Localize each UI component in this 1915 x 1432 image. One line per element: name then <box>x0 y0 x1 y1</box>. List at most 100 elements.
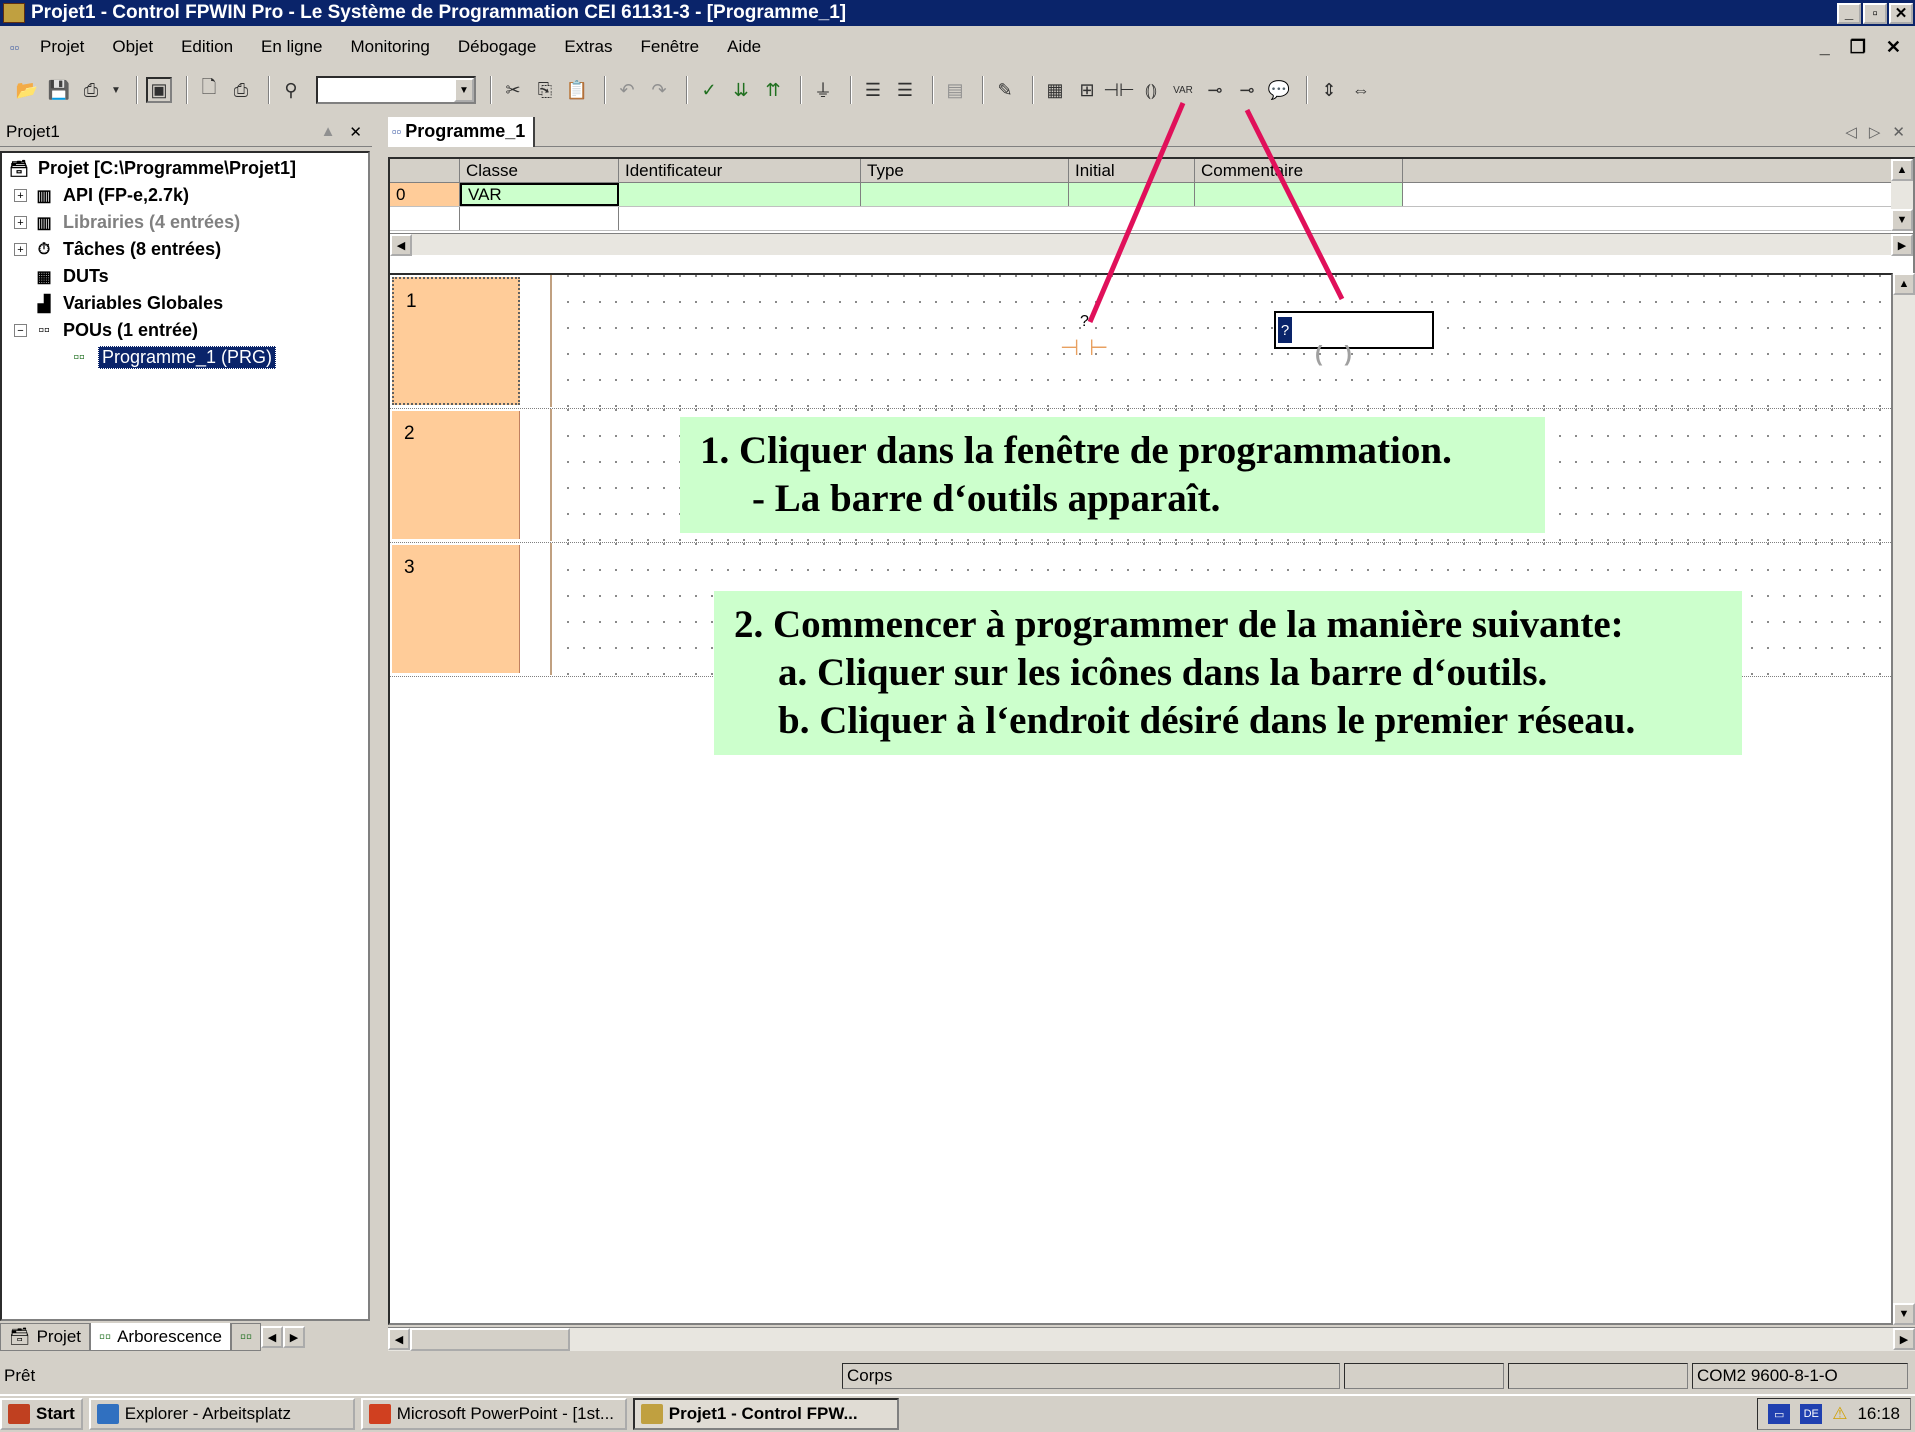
tree-item-librairies[interactable]: + ▥ Librairies (4 entrées) <box>6 209 364 236</box>
table-row[interactable]: 0 VAR <box>390 183 1913 207</box>
contact-icon[interactable]: ⊣⊢ <box>1060 335 1118 361</box>
tree-item-programme-1[interactable]: ▫▫ Programme_1 (PRG) <box>6 344 364 371</box>
copy-icon[interactable]: ⎘ <box>532 77 558 103</box>
contact-icon[interactable]: ⊣⊢ <box>1103 77 1134 103</box>
maximize-button[interactable]: ▫ <box>1863 2 1887 24</box>
cell-commentaire[interactable] <box>1195 183 1403 206</box>
menu-edition[interactable]: Edition <box>179 37 235 57</box>
network-icon[interactable]: ▤ <box>942 77 968 103</box>
compile-icon[interactable]: ✓ <box>696 77 722 103</box>
scroll-down-icon[interactable]: ▼ <box>1891 209 1913 231</box>
tree-item-api[interactable]: + ▥ API (FP-e,2.7k) <box>6 182 364 209</box>
rebuild-icon[interactable]: ⇈ <box>760 77 786 103</box>
column-header-commentaire[interactable]: Commentaire <box>1195 159 1403 182</box>
tab-programme-1[interactable]: ▫▫ Programme_1 <box>388 116 536 147</box>
pane-collapse-icon[interactable]: ▲ <box>321 123 336 141</box>
cell-identificateur[interactable] <box>619 183 861 206</box>
mdi-document-icon[interactable]: ▫▫ <box>10 36 38 58</box>
scroll-left-icon[interactable]: ◀ <box>390 234 412 256</box>
tree-item-projet[interactable]: 🗃 Projet [C:\Programme\Projet1] <box>6 155 364 182</box>
online-icon[interactable]: ⏚ <box>810 77 836 103</box>
menu-debogage[interactable]: Débogage <box>456 37 538 57</box>
taskbar-button-fpwin[interactable]: Projet1 - Control FPW... <box>632 1398 899 1430</box>
table-vertical-scrollbar[interactable]: ▲ ▼ <box>1891 159 1913 231</box>
expand-icon[interactable]: + <box>14 243 27 256</box>
tab-projet[interactable]: 🗃 Projet <box>0 1323 91 1351</box>
coil-icon[interactable]: ( ) <box>1315 341 1360 367</box>
start-button[interactable]: Start <box>0 1398 83 1430</box>
column-header-identificateur[interactable]: Identificateur <box>619 159 861 182</box>
scroll-left-icon[interactable]: ◀ <box>388 1328 410 1350</box>
warning-icon[interactable]: ⚠ <box>1832 1404 1847 1424</box>
menu-monitoring[interactable]: Monitoring <box>348 37 431 57</box>
taskbar-button-explorer[interactable]: Explorer - Arbeitsplatz <box>88 1398 355 1430</box>
scroll-right-icon[interactable]: ▶ <box>1893 1328 1915 1350</box>
window-icon[interactable]: ▣ <box>146 77 172 103</box>
minimize-button[interactable]: _ <box>1837 2 1861 24</box>
print-icon[interactable]: ⎙ <box>228 77 254 103</box>
cell-type[interactable] <box>861 183 1069 206</box>
tree-item-duts[interactable]: ▦ DUTs <box>6 263 364 290</box>
menu-en-ligne[interactable]: En ligne <box>259 37 324 57</box>
tree-item-taches[interactable]: + ⏱ Tâches (8 entrées) <box>6 236 364 263</box>
expand-icon[interactable]: + <box>14 189 27 202</box>
scroll-up-icon[interactable]: ▲ <box>1891 159 1913 181</box>
chevron-down-icon[interactable]: ▼ <box>454 78 474 102</box>
tab-scroll-left-icon[interactable]: ◀ <box>261 1326 284 1348</box>
ladder-horizontal-scrollbar[interactable]: ◀ ▶ <box>388 1327 1915 1351</box>
var-icon[interactable]: ▦ <box>1042 77 1068 103</box>
mdi-minimize-button[interactable]: _ <box>1820 37 1830 58</box>
cell-initial[interactable] <box>1069 183 1195 206</box>
set-icon[interactable]: ⊸ <box>1202 77 1228 103</box>
mdi-restore-button[interactable]: ❐ <box>1850 37 1866 58</box>
taskbar-button-powerpoint[interactable]: Microsoft PowerPoint - [1st... <box>360 1398 627 1430</box>
tab-scroll-right-icon[interactable]: ▶ <box>283 1326 306 1348</box>
network-number[interactable]: 1 <box>392 277 520 405</box>
scroll-right-icon[interactable]: ▶ <box>1891 234 1913 256</box>
page-preview-icon[interactable]: 🗋 <box>196 77 222 103</box>
print-preview-icon[interactable]: ⎙ <box>78 77 104 103</box>
close-button[interactable]: ✕ <box>1889 2 1913 24</box>
var-box-icon[interactable]: VAR <box>1170 77 1196 103</box>
vertical-icon[interactable]: ⇕ <box>1316 77 1342 103</box>
network-number[interactable]: 3 <box>392 545 520 673</box>
search-combo[interactable]: ▼ <box>316 76 476 104</box>
collapse-icon[interactable]: − <box>14 324 27 337</box>
scroll-up-icon[interactable]: ▲ <box>1893 273 1915 295</box>
ladder-vertical-scrollbar[interactable]: ▲ ▼ <box>1893 273 1915 1325</box>
tree-item-pous[interactable]: − ▫▫ POUs (1 entrée) <box>6 317 364 344</box>
build-icon[interactable]: ⇊ <box>728 77 754 103</box>
tab-arborescence[interactable]: ▫▫ Arborescence <box>90 1323 231 1351</box>
cell-classe[interactable]: VAR <box>460 183 619 206</box>
language-indicator[interactable]: DE <box>1800 1404 1823 1424</box>
tab-extra[interactable]: ▫▫ <box>230 1323 262 1351</box>
paste-icon[interactable]: 📋 <box>564 77 590 103</box>
monitor-icon[interactable]: ▭ <box>1768 1404 1791 1424</box>
redo-icon[interactable]: ↷ <box>646 77 672 103</box>
cut-icon[interactable]: ✂ <box>500 77 526 103</box>
pen-icon[interactable]: ✎ <box>992 77 1018 103</box>
column-header-type[interactable]: Type <box>861 159 1069 182</box>
open-icon[interactable]: 📂 <box>14 77 40 103</box>
reset-icon[interactable]: ⊸ <box>1234 77 1260 103</box>
find-icon[interactable]: ⚲ <box>278 77 304 103</box>
menu-extras[interactable]: Extras <box>562 37 614 57</box>
coil-icon[interactable]: ⦅⦆ <box>1138 77 1164 103</box>
column-header-initial[interactable]: Initial <box>1069 159 1195 182</box>
horizontal-icon[interactable]: ⇔ <box>1348 77 1374 103</box>
expand-icon[interactable]: + <box>14 216 27 229</box>
menu-aide[interactable]: Aide <box>725 37 763 57</box>
function-block-icon[interactable]: ⊞ <box>1074 77 1100 103</box>
scroll-thumb[interactable] <box>410 1328 570 1351</box>
network-number[interactable]: 2 <box>392 411 520 539</box>
tab-prev-icon[interactable]: ◁ <box>1845 123 1857 141</box>
table-row-empty[interactable] <box>390 207 1913 231</box>
pane-close-icon[interactable]: ✕ <box>349 123 362 141</box>
dropdown-arrow-icon[interactable]: ▼ <box>110 77 122 103</box>
insert-network-before-icon[interactable]: ☰ <box>860 77 886 103</box>
insert-network-after-icon[interactable]: ☰ <box>892 77 918 103</box>
column-header-classe[interactable]: Classe <box>460 159 619 182</box>
menu-objet[interactable]: Objet <box>110 37 155 57</box>
tree-item-variables-globales[interactable]: ▟ Variables Globales <box>6 290 364 317</box>
tab-next-icon[interactable]: ▷ <box>1869 123 1881 141</box>
